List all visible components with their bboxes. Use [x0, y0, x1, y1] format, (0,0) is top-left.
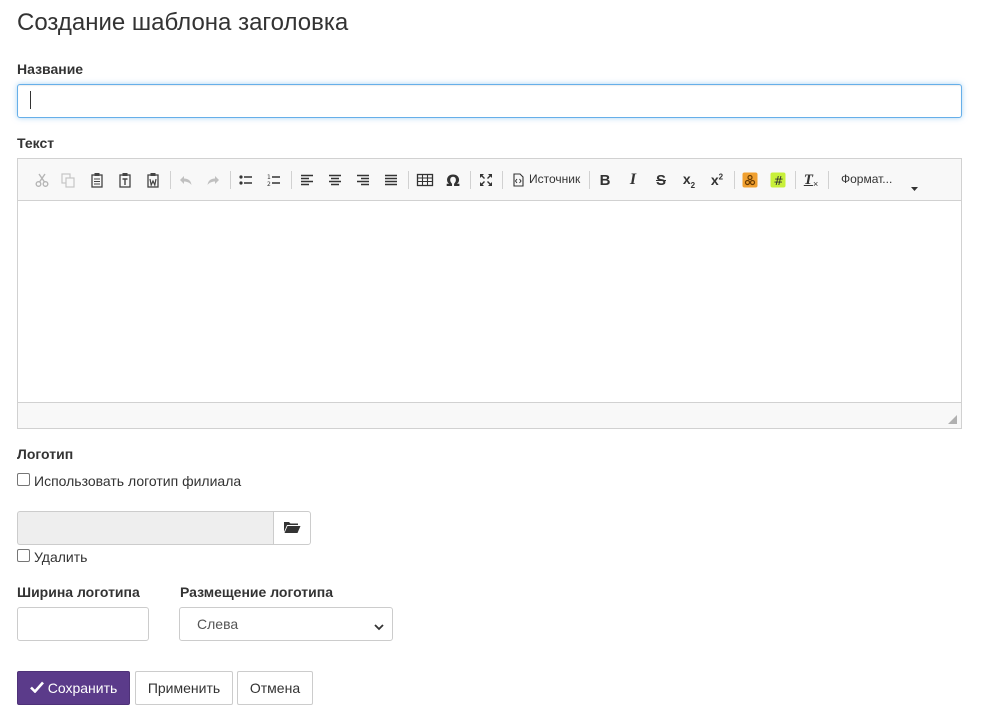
check-icon: [29, 680, 44, 696]
text-label: Текст: [17, 135, 55, 151]
remove-format-icon[interactable]: T ×: [800, 169, 822, 191]
toolbar-separator: [589, 171, 590, 189]
align-center-icon[interactable]: [324, 169, 346, 191]
editor-toolbar: 12 Ω Источник B I S x2 x2 # T × Формат..…: [18, 159, 961, 201]
source-icon[interactable]: [507, 169, 529, 191]
strikethrough-icon[interactable]: S: [650, 169, 672, 191]
link-plugin-icon[interactable]: [739, 169, 761, 191]
name-input[interactable]: [17, 84, 962, 118]
apply-button[interactable]: Применить: [135, 671, 233, 705]
toolbar-separator: [291, 171, 292, 189]
editor-content-area[interactable]: [18, 201, 961, 402]
anchor-hash-icon[interactable]: #: [767, 169, 789, 191]
browse-file-button[interactable]: [273, 511, 311, 545]
folder-open-icon: [283, 520, 301, 537]
format-dropdown[interactable]: Формат...: [841, 172, 892, 186]
delete-logo-label[interactable]: Удалить: [34, 549, 87, 565]
cut-icon[interactable]: [31, 169, 53, 191]
save-button-label: Сохранить: [47, 680, 118, 696]
toolbar-separator: [734, 171, 735, 189]
logo-width-input[interactable]: [17, 607, 149, 641]
align-left-icon[interactable]: [296, 169, 318, 191]
align-justify-icon[interactable]: [380, 169, 402, 191]
toolbar-separator: [470, 171, 471, 189]
numbered-list-icon[interactable]: 12: [263, 169, 285, 191]
toolbar-separator: [795, 171, 796, 189]
logo-position-select[interactable]: Слева: [179, 607, 393, 641]
paste-icon[interactable]: [86, 169, 108, 191]
bulleted-list-icon[interactable]: [235, 169, 257, 191]
svg-text:#: #: [774, 174, 784, 188]
bold-icon[interactable]: B: [594, 169, 616, 191]
toolbar-separator: [170, 171, 171, 189]
svg-text:1: 1: [267, 174, 271, 181]
toolbar-separator: [230, 171, 231, 189]
delete-logo-checkbox[interactable]: [17, 549, 30, 562]
logo-width-label: Ширина логотипа: [17, 584, 140, 600]
paste-word-icon[interactable]: [142, 169, 164, 191]
special-character-icon[interactable]: Ω: [442, 169, 464, 191]
superscript-icon[interactable]: x2: [706, 169, 728, 191]
resize-handle[interactable]: [948, 415, 957, 424]
caret-down-icon[interactable]: [911, 178, 918, 194]
logo-position-value: Слева: [197, 616, 239, 632]
cancel-button[interactable]: Отмена: [237, 671, 313, 705]
paste-text-icon[interactable]: [114, 169, 136, 191]
use-branch-logo-label[interactable]: Использовать логотип филиала: [34, 473, 241, 489]
maximize-icon[interactable]: [475, 169, 497, 191]
redo-icon[interactable]: [202, 169, 224, 191]
toolbar-separator: [502, 171, 503, 189]
editor-status-bar: [18, 402, 961, 428]
copy-icon[interactable]: [57, 169, 79, 191]
align-right-icon[interactable]: [352, 169, 374, 191]
undo-icon[interactable]: [175, 169, 197, 191]
save-button[interactable]: Сохранить: [17, 671, 130, 705]
source-button[interactable]: Источник: [529, 172, 580, 186]
use-branch-logo-checkbox[interactable]: [17, 473, 30, 486]
logo-position-label: Размещение логотипа: [180, 584, 334, 600]
chevron-down-icon: [374, 619, 384, 635]
text-caret: [30, 91, 31, 109]
logo-section-label: Логотип: [17, 446, 74, 462]
toolbar-separator: [828, 171, 829, 189]
logo-file-field: [17, 511, 273, 545]
table-icon[interactable]: [414, 169, 436, 191]
subscript-icon[interactable]: x2: [678, 169, 700, 191]
svg-text:2: 2: [267, 181, 271, 188]
page-title: Создание шаблона заголовка: [17, 9, 349, 36]
italic-icon[interactable]: I: [622, 169, 644, 191]
name-label: Название: [17, 61, 84, 77]
rich-text-editor: 12 Ω Источник B I S x2 x2 # T × Формат..…: [17, 158, 962, 429]
toolbar-separator: [408, 171, 409, 189]
